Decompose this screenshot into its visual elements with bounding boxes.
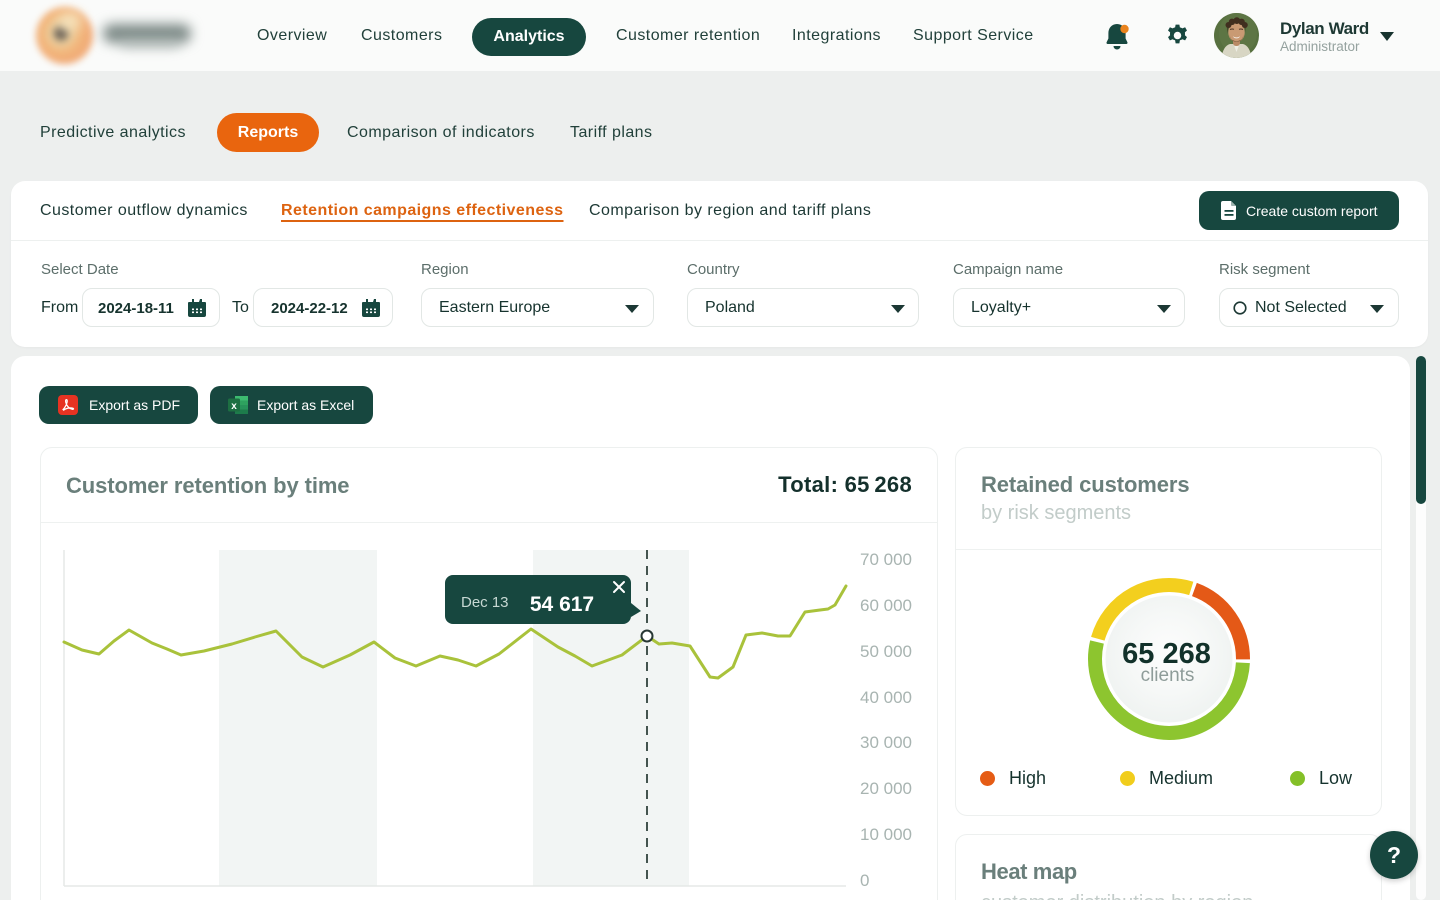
svg-text:20 000: 20 000 — [860, 779, 912, 798]
svg-text:54 617: 54 617 — [530, 593, 594, 616]
svg-text:10 000: 10 000 — [860, 825, 912, 844]
svg-text:30 000: 30 000 — [860, 733, 912, 752]
svg-text:x: x — [231, 401, 237, 412]
svg-text:60 000: 60 000 — [860, 596, 912, 615]
svg-text:70 000: 70 000 — [860, 550, 912, 569]
svg-text:0: 0 — [860, 871, 869, 890]
svg-text:50 000: 50 000 — [860, 642, 912, 661]
svg-text:40 000: 40 000 — [860, 688, 912, 707]
svg-text:Dec 13: Dec 13 — [461, 594, 509, 611]
